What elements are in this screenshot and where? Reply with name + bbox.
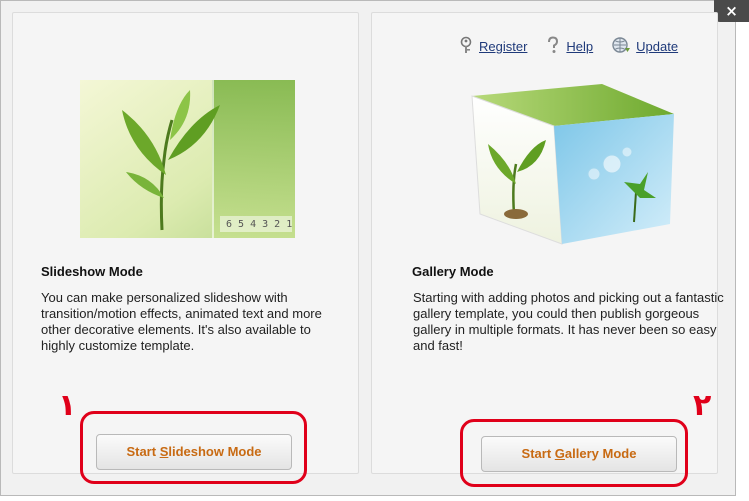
top-links: Register Help Update xyxy=(458,36,678,57)
help-link[interactable]: Help xyxy=(545,36,593,57)
start-gallery-mode-button[interactable]: Start Gallery Mode xyxy=(481,436,677,472)
slideshow-mode-description: You can make personalized slideshow with… xyxy=(41,290,322,353)
gallery-preview-image xyxy=(462,74,680,249)
update-link[interactable]: Update xyxy=(611,36,678,57)
slideshow-button-rest: lideshow Mode xyxy=(168,444,262,459)
annotation-number-1: ١ xyxy=(58,388,77,423)
gallery-button-prefix: Start xyxy=(521,446,555,461)
key-icon xyxy=(458,36,474,57)
help-label: Help xyxy=(566,39,594,54)
start-slideshow-mode-button[interactable]: Start Slideshow Mode xyxy=(96,434,292,470)
register-label: Register xyxy=(479,39,528,54)
update-label: Update xyxy=(636,39,679,54)
gallery-button-rest: allery Mode xyxy=(564,446,637,461)
gallery-button-accesskey: G xyxy=(554,446,565,461)
slideshow-preview-image: 6 5 4 3 2 1 xyxy=(80,80,295,238)
slideshow-preview-numbers: 6 5 4 3 2 1 xyxy=(226,219,293,230)
gallery-mode-description: Starting with adding photos and picking … xyxy=(413,290,724,353)
help-question-icon xyxy=(545,36,561,57)
slideshow-mode-title: Slideshow Mode xyxy=(41,264,143,279)
annotation-number-2: ٢ xyxy=(693,388,712,423)
gallery-mode-title: Gallery Mode xyxy=(412,264,494,279)
slideshow-button-prefix: Start xyxy=(126,444,160,459)
update-globe-icon xyxy=(611,36,631,57)
register-link[interactable]: Register xyxy=(458,36,527,57)
close-button[interactable]: × xyxy=(714,0,749,22)
